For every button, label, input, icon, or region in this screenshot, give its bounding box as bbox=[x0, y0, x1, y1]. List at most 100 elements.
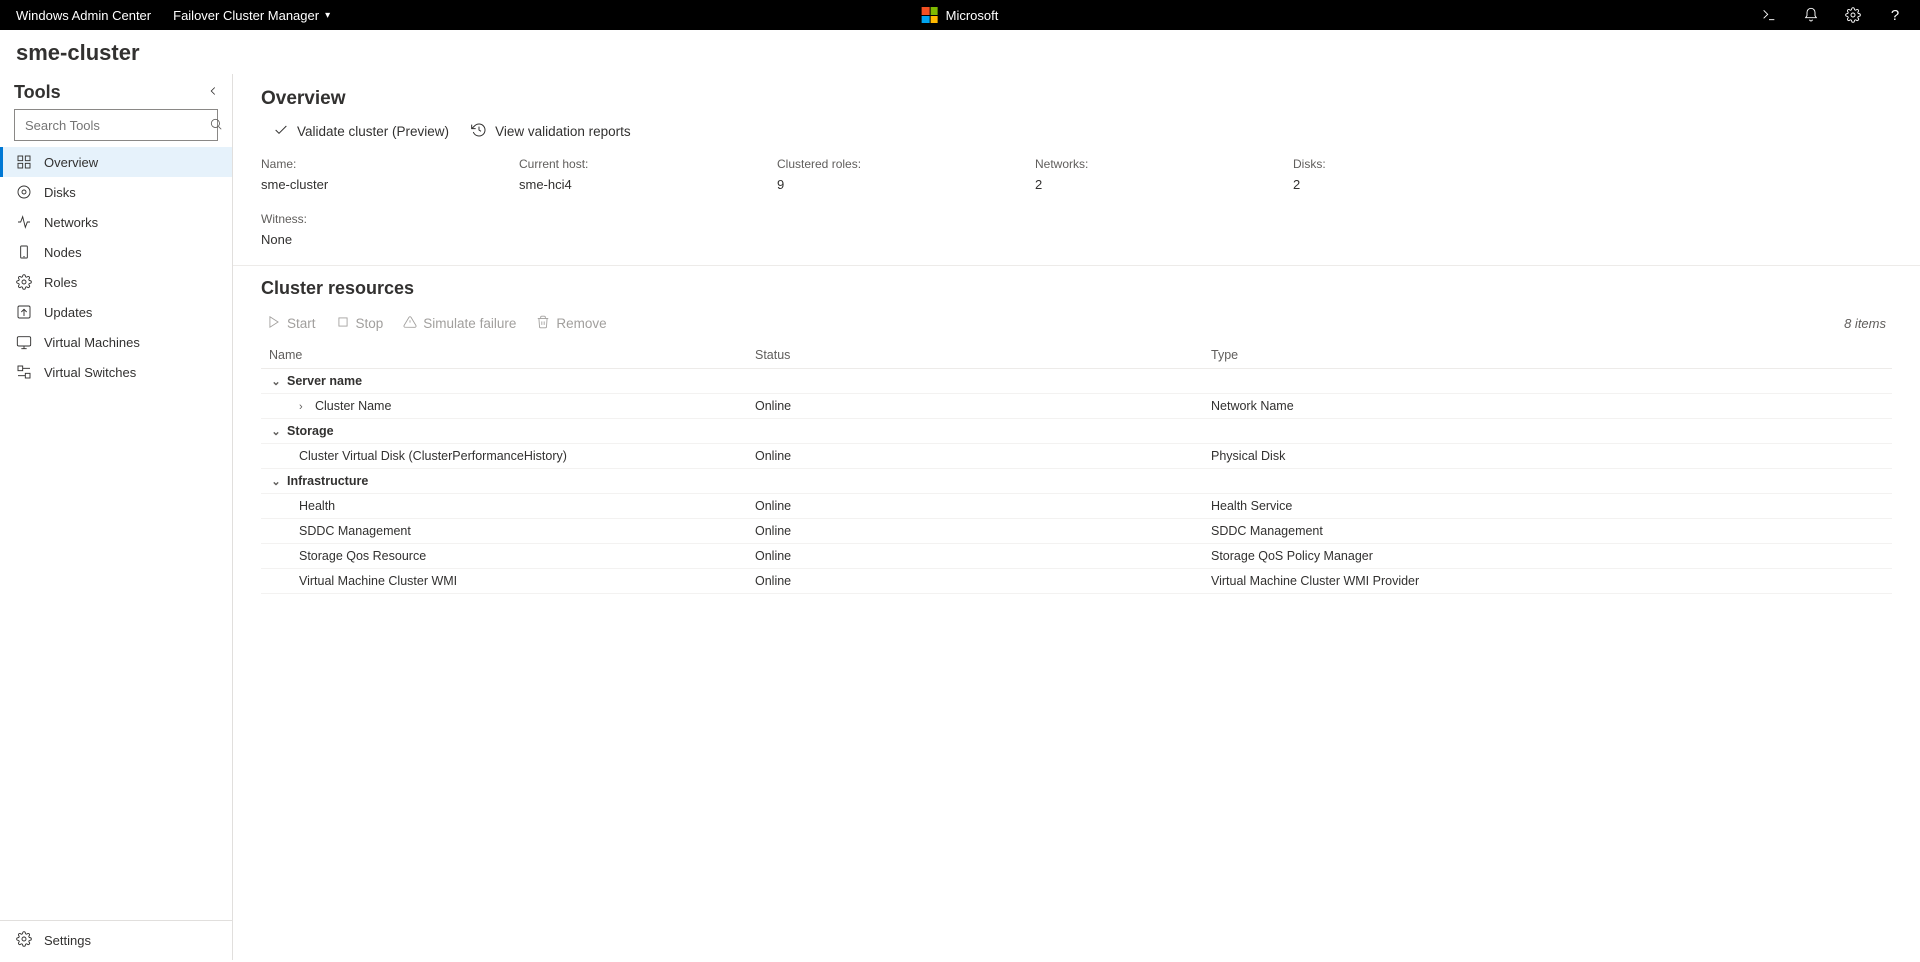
prop-host-value: sme-hci4 bbox=[519, 177, 747, 192]
prop-name-value: sme-cluster bbox=[261, 177, 489, 192]
view-reports-label: View validation reports bbox=[495, 124, 631, 139]
table-row[interactable]: HealthOnlineHealth Service bbox=[261, 494, 1892, 519]
validate-cluster-label: Validate cluster (Preview) bbox=[297, 124, 449, 139]
sidebar-item-overview[interactable]: Overview bbox=[0, 147, 232, 177]
table-row[interactable]: Storage Qos Resource Online Storage QoS Po… bbox=[261, 544, 1892, 569]
group-row-storage[interactable]: ⌄Storage bbox=[261, 419, 1892, 444]
resources-table: Name Status Type ⌄Server name › Cluster Na… bbox=[261, 342, 1892, 594]
microsoft-label: Microsoft bbox=[946, 8, 999, 23]
powershell-icon[interactable] bbox=[1760, 6, 1778, 24]
group-row-infrastructure[interactable]: ⌄Infrastructure bbox=[261, 469, 1892, 494]
play-icon bbox=[267, 315, 281, 332]
section-divider bbox=[233, 265, 1920, 266]
chevron-right-icon: › bbox=[299, 401, 311, 413]
prop-host-label: Current host: bbox=[519, 157, 747, 171]
prop-disks-value: 2 bbox=[1293, 177, 1521, 192]
table-row[interactable]: Cluster Virtual Disk (ClusterPerformance… bbox=[261, 444, 1892, 469]
start-button[interactable]: Start bbox=[267, 315, 316, 332]
sidebar-settings-label: Settings bbox=[44, 933, 91, 948]
column-header-name[interactable]: Name bbox=[261, 342, 747, 369]
dashboard-icon bbox=[16, 154, 32, 170]
table-row[interactable]: ›Cluster NameOnlineNetwork Name bbox=[261, 394, 1892, 419]
validate-cluster-button[interactable]: Validate cluster (Preview) bbox=[273, 122, 449, 141]
chevron-down-icon: ⌄ bbox=[269, 475, 283, 488]
column-header-type[interactable]: Type bbox=[1203, 342, 1892, 369]
stop-label: Stop bbox=[356, 316, 384, 331]
start-label: Start bbox=[287, 316, 316, 331]
table-row[interactable]: Virtual Machine Cluster WMIOnlineVirtual… bbox=[261, 569, 1892, 594]
warning-icon bbox=[403, 315, 417, 332]
resource-status: Online bbox=[755, 524, 791, 538]
node-icon bbox=[16, 244, 32, 260]
prop-current-host: Current host: sme-hci4 bbox=[519, 157, 747, 192]
remove-button[interactable]: Remove bbox=[536, 315, 606, 332]
resource-name: Virtual Machine Cluster WMI bbox=[299, 574, 457, 588]
sidebar-item-virtual-switches[interactable]: Virtual Switches bbox=[0, 357, 232, 387]
sidebar-item-disks[interactable]: Disks bbox=[0, 177, 232, 207]
chevron-down-icon: ⌄ bbox=[269, 375, 283, 388]
simulate-failure-button[interactable]: Simulate failure bbox=[403, 315, 516, 332]
resource-name: Cluster Name bbox=[315, 399, 391, 413]
column-header-status[interactable]: Status bbox=[747, 342, 1203, 369]
resources-count: 8 items bbox=[1844, 316, 1892, 331]
resource-type: Network Name bbox=[1211, 399, 1294, 413]
search-tools-box[interactable] bbox=[14, 109, 218, 141]
search-icon bbox=[209, 117, 223, 134]
vswitch-icon bbox=[16, 364, 32, 380]
search-tools-input[interactable] bbox=[23, 117, 203, 134]
vm-icon bbox=[16, 334, 32, 350]
sidebar-item-roles[interactable]: Roles bbox=[0, 267, 232, 297]
group-row-server-name[interactable]: ⌄Server name bbox=[261, 369, 1892, 394]
resource-type: SDDC Management bbox=[1211, 524, 1323, 538]
prop-witness-value: None bbox=[261, 232, 489, 247]
sidebar-title: Tools bbox=[14, 82, 61, 103]
help-icon[interactable]: ? bbox=[1886, 6, 1904, 24]
product-brand[interactable]: Windows Admin Center bbox=[16, 8, 151, 23]
resource-type: Storage QoS Policy Manager bbox=[1211, 549, 1373, 563]
sidebar-item-label: Roles bbox=[44, 275, 77, 290]
sidebar-collapse-button[interactable] bbox=[206, 84, 220, 101]
prop-networks: Networks: 2 bbox=[1035, 157, 1263, 192]
resource-status: Online bbox=[755, 574, 791, 588]
sidebar-nav-list: Overview Disks NetworksNodes Roles Updates Vi… bbox=[0, 147, 232, 920]
overview-action-row: Validate cluster (Preview) View validati… bbox=[261, 122, 1892, 153]
sidebar-item-virtual-machines[interactable]: Virtual Machines bbox=[0, 327, 232, 357]
gear-icon bbox=[16, 274, 32, 290]
resource-type: Physical Disk bbox=[1211, 449, 1285, 463]
sidebar-item-networks[interactable]: Networks bbox=[0, 207, 232, 237]
prop-roles-label: Clustered roles: bbox=[777, 157, 1005, 171]
resource-type: Health Service bbox=[1211, 499, 1292, 513]
prop-disks-label: Disks: bbox=[1293, 157, 1521, 171]
network-icon bbox=[16, 214, 32, 230]
resource-status: Online bbox=[755, 549, 791, 563]
settings-icon[interactable] bbox=[1844, 6, 1862, 24]
sidebar-item-updates[interactable]: Updates bbox=[0, 297, 232, 327]
microsoft-logo-icon bbox=[922, 7, 938, 23]
resources-action-bar: Start Stop Simulate failure Remove 8 ite… bbox=[261, 309, 1892, 342]
solution-picker[interactable]: Failover Cluster Manager ▾ bbox=[173, 8, 330, 23]
updates-icon bbox=[16, 304, 32, 320]
checkmark-icon bbox=[273, 122, 289, 141]
sidebar-settings[interactable]: Settings bbox=[0, 920, 232, 960]
sidebar-item-label: Updates bbox=[44, 305, 92, 320]
group-label: Storage bbox=[287, 424, 334, 438]
stop-icon bbox=[336, 315, 350, 332]
prop-name: Name: sme-cluster bbox=[261, 157, 489, 192]
prop-roles-value: 9 bbox=[777, 177, 1005, 192]
remove-label: Remove bbox=[556, 316, 606, 331]
overview-heading: Overview bbox=[261, 88, 1892, 110]
prop-networks-label: Networks: bbox=[1035, 157, 1263, 171]
resource-name: Storage Qos Resource bbox=[299, 549, 426, 563]
notifications-icon[interactable] bbox=[1802, 6, 1820, 24]
table-row[interactable]: SDDC ManagementOnlineSDDC Management bbox=[261, 519, 1892, 544]
resource-status: Online bbox=[755, 449, 791, 463]
prop-witness-label: Witness: bbox=[261, 212, 489, 226]
history-icon bbox=[471, 122, 487, 141]
sidebar-item-label: Virtual Machines bbox=[44, 335, 140, 350]
stop-button[interactable]: Stop bbox=[336, 315, 384, 332]
sidebar-item-label: Disks bbox=[44, 185, 76, 200]
sidebar-item-nodes[interactable]: Nodes bbox=[0, 237, 232, 267]
view-reports-button[interactable]: View validation reports bbox=[471, 122, 631, 141]
prop-networks-value: 2 bbox=[1035, 177, 1263, 192]
chevron-down-icon: ▾ bbox=[325, 10, 330, 21]
